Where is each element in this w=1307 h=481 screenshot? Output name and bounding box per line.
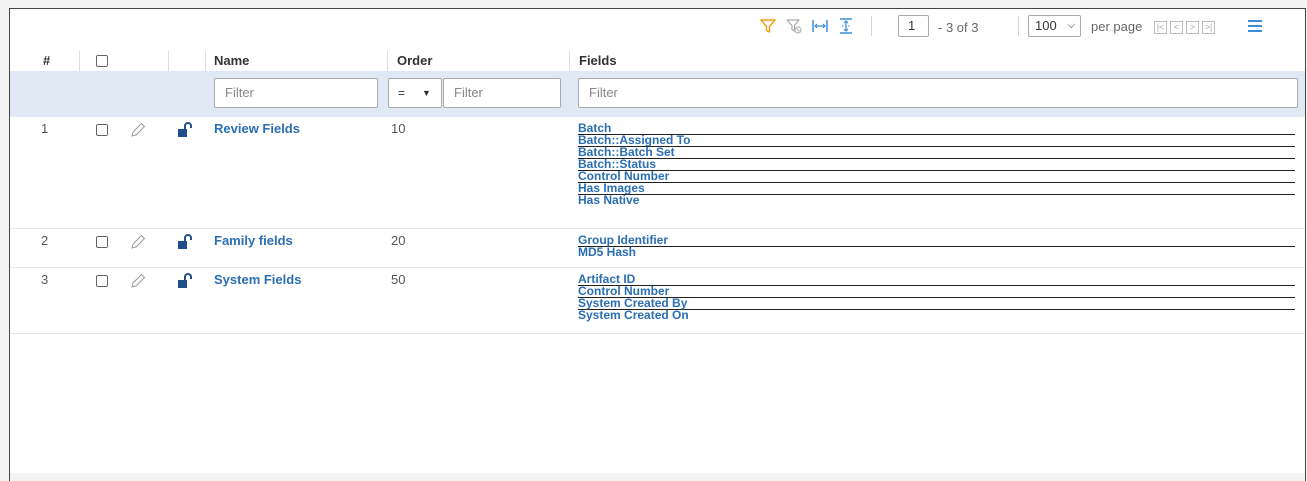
field-link[interactable]: Has Native: [578, 194, 1295, 206]
previous-page-button[interactable]: <: [1170, 21, 1183, 34]
field-link[interactable]: Batch::Batch Set: [578, 146, 1295, 159]
clear-filter-icon[interactable]: [785, 17, 803, 35]
row-number: 2: [41, 233, 49, 248]
row-name-link[interactable]: System Fields: [214, 272, 301, 287]
toolbar-divider: [871, 16, 872, 36]
table-row: 2 Family fields 20 Group Identifier MD5 …: [10, 229, 1305, 268]
last-page-button[interactable]: >|: [1202, 21, 1215, 34]
table-row: 3 System Fields 50 Artifact ID Control N…: [10, 268, 1305, 334]
select-all-checkbox[interactable]: [96, 55, 108, 67]
per-page-label: per page: [1091, 19, 1143, 34]
expand-rows-icon[interactable]: [837, 17, 855, 35]
fit-columns-icon[interactable]: [811, 17, 829, 35]
per-page-select[interactable]: 100 ⌵: [1028, 15, 1081, 37]
page-range-label: - 3 of 3: [938, 20, 979, 35]
grid-footer-strip: [10, 473, 1305, 481]
row-number: 1: [41, 121, 49, 136]
field-link[interactable]: Group Identifier: [578, 234, 1295, 247]
row-number: 3: [41, 272, 49, 287]
row-fields-list: Group Identifier MD5 Hash: [578, 234, 1295, 258]
field-link[interactable]: MD5 Hash: [578, 246, 1295, 258]
field-link[interactable]: Batch::Assigned To: [578, 134, 1295, 147]
order-operator-value: =: [398, 86, 406, 100]
column-header-name[interactable]: Name: [214, 51, 249, 71]
pencil-icon[interactable]: [129, 233, 147, 251]
unlocked-icon[interactable]: [176, 233, 194, 251]
per-page-value: 100: [1035, 18, 1057, 33]
menu-icon[interactable]: [1248, 20, 1262, 32]
column-header-number: #: [43, 53, 51, 68]
row-order: 10: [391, 121, 406, 136]
column-header-order[interactable]: Order: [397, 51, 432, 71]
column-header-fields[interactable]: Fields: [579, 51, 617, 71]
page-number-input[interactable]: 1: [898, 15, 929, 37]
field-link[interactable]: System Created On: [578, 309, 1295, 321]
field-link[interactable]: Batch::Status: [578, 158, 1295, 171]
row-order: 50: [391, 272, 406, 287]
row-fields-list: Batch Batch::Assigned To Batch::Batch Se…: [578, 122, 1295, 206]
filter-icon[interactable]: [759, 17, 777, 35]
first-page-button[interactable]: |<: [1154, 21, 1167, 34]
field-link[interactable]: Control Number: [578, 170, 1295, 183]
row-checkbox[interactable]: [96, 124, 108, 136]
pencil-icon[interactable]: [129, 272, 147, 290]
row-checkbox[interactable]: [96, 236, 108, 248]
table-row: 1 Review Fields 10 Batch Batch::Assigned…: [10, 117, 1305, 229]
grid-toolbar: 1 - 3 of 3 100 ⌵ per page |< < > >|: [10, 9, 1305, 43]
next-page-button[interactable]: >: [1186, 21, 1199, 34]
unlocked-icon[interactable]: [176, 272, 194, 290]
field-link[interactable]: Artifact ID: [578, 273, 1295, 286]
order-operator-select[interactable]: = ▼: [388, 78, 442, 108]
row-name-link[interactable]: Review Fields: [214, 121, 300, 136]
unlocked-icon[interactable]: [176, 121, 194, 139]
fields-filter-input[interactable]: Filter: [578, 78, 1298, 108]
chevron-down-icon: ⌵: [1067, 20, 1075, 31]
pencil-icon[interactable]: [129, 121, 147, 139]
order-filter-input[interactable]: Filter: [443, 78, 561, 108]
row-checkbox[interactable]: [96, 275, 108, 287]
row-fields-list: Artifact ID Control Number System Create…: [578, 273, 1295, 321]
toolbar-divider: [1018, 16, 1019, 36]
caret-down-icon: ▼: [422, 88, 431, 98]
grid-panel: 1 - 3 of 3 100 ⌵ per page |< < > >| # Na…: [9, 8, 1306, 481]
filter-row: Filter = ▼ Filter Filter: [10, 71, 1305, 117]
column-header-row: # Name Order Fields: [10, 51, 1305, 71]
row-name-link[interactable]: Family fields: [214, 233, 293, 248]
row-order: 20: [391, 233, 406, 248]
name-filter-input[interactable]: Filter: [214, 78, 378, 108]
field-link[interactable]: Has Images: [578, 182, 1295, 195]
